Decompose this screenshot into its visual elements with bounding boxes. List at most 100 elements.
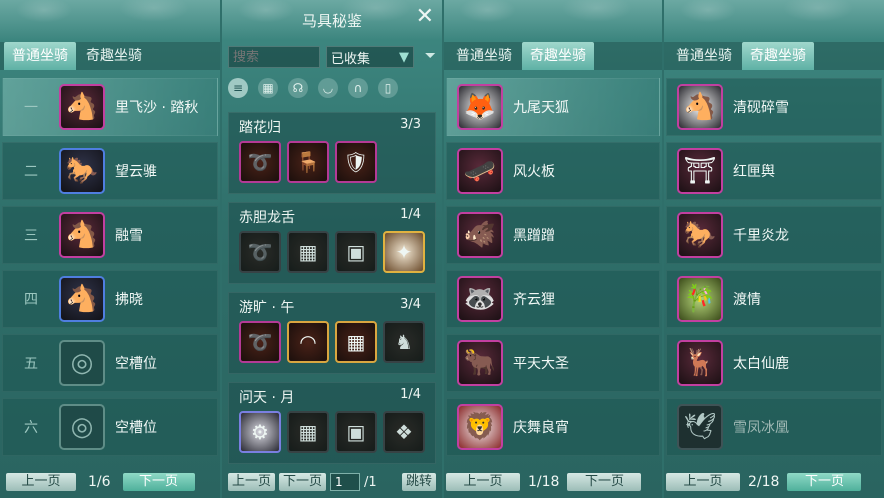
prev-page-button[interactable]: 上一页: [228, 473, 276, 491]
armor-icon[interactable]: ▣: [335, 231, 377, 273]
raccoon-icon: 🦝: [457, 276, 503, 322]
mount-list-panel-3: 普通坐骑 奇趣坐骑 🦊 九尾天狐 🛹 风火板 🐗 黑蹭蹭 🦝 齐云狸 🐂 平天大…: [444, 0, 662, 498]
mount-name: 平天大圣: [513, 356, 569, 372]
bridle-icon[interactable]: ➰: [239, 321, 281, 363]
grid-icon[interactable]: ▦: [258, 78, 278, 98]
gear-set: 踏花归 3/3 ➰ 🪑 🛡: [228, 112, 436, 194]
saddle-icon[interactable]: ◡: [318, 78, 338, 98]
cloud-decoration: [0, 0, 220, 40]
page-number-input[interactable]: [330, 473, 361, 491]
lion-dance-icon: 🦁: [457, 404, 503, 450]
mount-slot-row[interactable]: 一 🐴 里飞沙 · 踏秋: [2, 78, 218, 136]
mount-name: 太白仙鹿: [733, 356, 789, 372]
gear-set-count: 3/3: [400, 117, 421, 132]
mount-tabs: 普通坐骑 奇趣坐骑: [664, 42, 884, 70]
ornament-icon[interactable]: ♞: [383, 321, 425, 363]
collect-filter-select[interactable]: 已收集 ▼: [326, 46, 414, 68]
horseshoe-icon[interactable]: ∩: [348, 78, 368, 98]
mount-tabs: 普通坐骑 奇趣坐骑: [0, 42, 220, 70]
mount-row[interactable]: 🦊 九尾天狐: [446, 78, 660, 136]
tab-normal-mounts[interactable]: 普通坐骑: [448, 42, 520, 70]
mount-slot-row[interactable]: 四 🐴 拂晓: [2, 270, 218, 328]
mount-name: 空槽位: [115, 356, 157, 372]
armor-icon[interactable]: 🛡: [335, 141, 377, 183]
fox-icon: 🦊: [457, 84, 503, 130]
mount-row[interactable]: 🦌 太白仙鹿: [666, 334, 882, 392]
mount-row[interactable]: 🐗 黑蹭蹭: [446, 206, 660, 264]
next-page-button[interactable]: 下一页: [279, 473, 327, 491]
mount-row[interactable]: ⛩ 红匣舆: [666, 142, 882, 200]
saddle-codex-panel: 马具秘鉴 ✕ 已收集 ▼ ⏷ ≡ ▦ ☊ ◡ ∩ ▯ 踏花归 3/3 ➰ 🪑 🛡…: [222, 0, 442, 498]
cloud-decoration: [664, 0, 884, 40]
ornament-icon[interactable]: ✦: [383, 231, 425, 273]
mount-row[interactable]: 🦝 齐云狸: [446, 270, 660, 328]
bridle-icon[interactable]: ☊: [288, 78, 308, 98]
cloud-decoration: [444, 0, 662, 40]
list-all-icon[interactable]: ≡: [228, 78, 248, 98]
gear-items: ➰ ◠ ▦ ♞: [239, 321, 425, 363]
mount-row[interactable]: 🐎 千里炎龙: [666, 206, 882, 264]
page-indicator: 2/18: [748, 474, 780, 490]
page-indicator: 1/6: [88, 474, 111, 490]
gear-items: ⚙ ▦ ▣ ❖: [239, 411, 425, 453]
prev-page-button[interactable]: 上一页: [6, 473, 76, 491]
bridle-icon[interactable]: ➰: [239, 231, 281, 273]
bridle-icon[interactable]: ⚙: [239, 411, 281, 453]
armor-icon[interactable]: ▦: [335, 321, 377, 363]
mount-row[interactable]: 🛹 风火板: [446, 142, 660, 200]
mount-row[interactable]: 🐴 清砚碎雪: [666, 78, 882, 136]
mount-slot-row[interactable]: 五 ◎ 空槽位: [2, 334, 218, 392]
mount-name: 红匣舆: [733, 164, 775, 180]
tab-fun-mounts[interactable]: 奇趣坐骑: [522, 42, 594, 70]
saddle-icon[interactable]: ▦: [287, 411, 329, 453]
next-page-button[interactable]: 下一页: [567, 473, 642, 491]
gear-set-name: 问天 · 月: [239, 390, 295, 406]
mount-name: 融雪: [115, 228, 143, 244]
mount-row[interactable]: 🦁 庆舞良宵: [446, 398, 660, 456]
antler-icon: 🦌: [677, 340, 723, 386]
next-page-button[interactable]: 下一页: [787, 473, 862, 491]
saddle-icon[interactable]: ◠: [287, 321, 329, 363]
search-input[interactable]: [228, 46, 320, 68]
bridle-icon[interactable]: ➰: [239, 141, 281, 183]
funnel-icon[interactable]: ⏷: [425, 48, 436, 64]
saddle-icon[interactable]: ▦: [287, 231, 329, 273]
close-icon[interactable]: ✕: [416, 4, 434, 29]
ornament-icon[interactable]: ❖: [383, 411, 425, 453]
prev-page-button[interactable]: 上一页: [446, 473, 520, 491]
gear-set-count: 1/4: [400, 387, 421, 402]
tab-fun-mounts[interactable]: 奇趣坐骑: [742, 42, 814, 70]
jump-button[interactable]: 跳转: [401, 473, 436, 491]
skateboard-icon: 🛹: [457, 148, 503, 194]
mount-row[interactable]: 🎋 渡情: [666, 270, 882, 328]
pagination: 上一页 1/18 下一页: [444, 472, 662, 492]
panel-title: 马具秘鉴: [301, 12, 362, 30]
mount-slot-row[interactable]: 二 🐎 望云骓: [2, 142, 218, 200]
armor-icon[interactable]: ▯: [378, 78, 398, 98]
tab-fun-mounts[interactable]: 奇趣坐骑: [78, 42, 150, 70]
mount-slot-row[interactable]: 三 🐴 融雪: [2, 206, 218, 264]
gear-set-count: 1/4: [400, 207, 421, 222]
gear-set: 游旷 · 午 3/4 ➰ ◠ ▦ ♞: [228, 292, 436, 374]
mount-name: 黑蹭蹭: [513, 228, 555, 244]
gear-items: ➰ 🪑 🛡: [239, 141, 377, 183]
filter-value: 已收集: [331, 51, 371, 67]
mount-row[interactable]: 🕊 雪凤冰凰: [666, 398, 882, 456]
mount-row[interactable]: 🐂 平天大圣: [446, 334, 660, 392]
mount-name: 空槽位: [115, 420, 157, 436]
mount-slot-row[interactable]: 六 ◎ 空槽位: [2, 398, 218, 456]
saddle-icon[interactable]: 🪑: [287, 141, 329, 183]
armor-icon[interactable]: ▣: [335, 411, 377, 453]
boar-icon: 🐗: [457, 212, 503, 258]
prev-page-button[interactable]: 上一页: [666, 473, 740, 491]
empty-slot-icon: ◎: [59, 404, 105, 450]
tab-normal-mounts[interactable]: 普通坐骑: [668, 42, 740, 70]
gear-set: 赤胆龙舌 1/4 ➰ ▦ ▣ ✦: [228, 202, 436, 284]
next-page-button[interactable]: 下一页: [122, 473, 195, 491]
tab-normal-mounts[interactable]: 普通坐骑: [4, 42, 76, 70]
mount-name: 九尾天狐: [513, 100, 569, 116]
red-horse-icon: 🐴: [59, 276, 105, 322]
black-horse-icon: 🐎: [59, 148, 105, 194]
slot-number: 三: [24, 228, 38, 244]
white-horse-icon: 🐴: [59, 84, 105, 130]
